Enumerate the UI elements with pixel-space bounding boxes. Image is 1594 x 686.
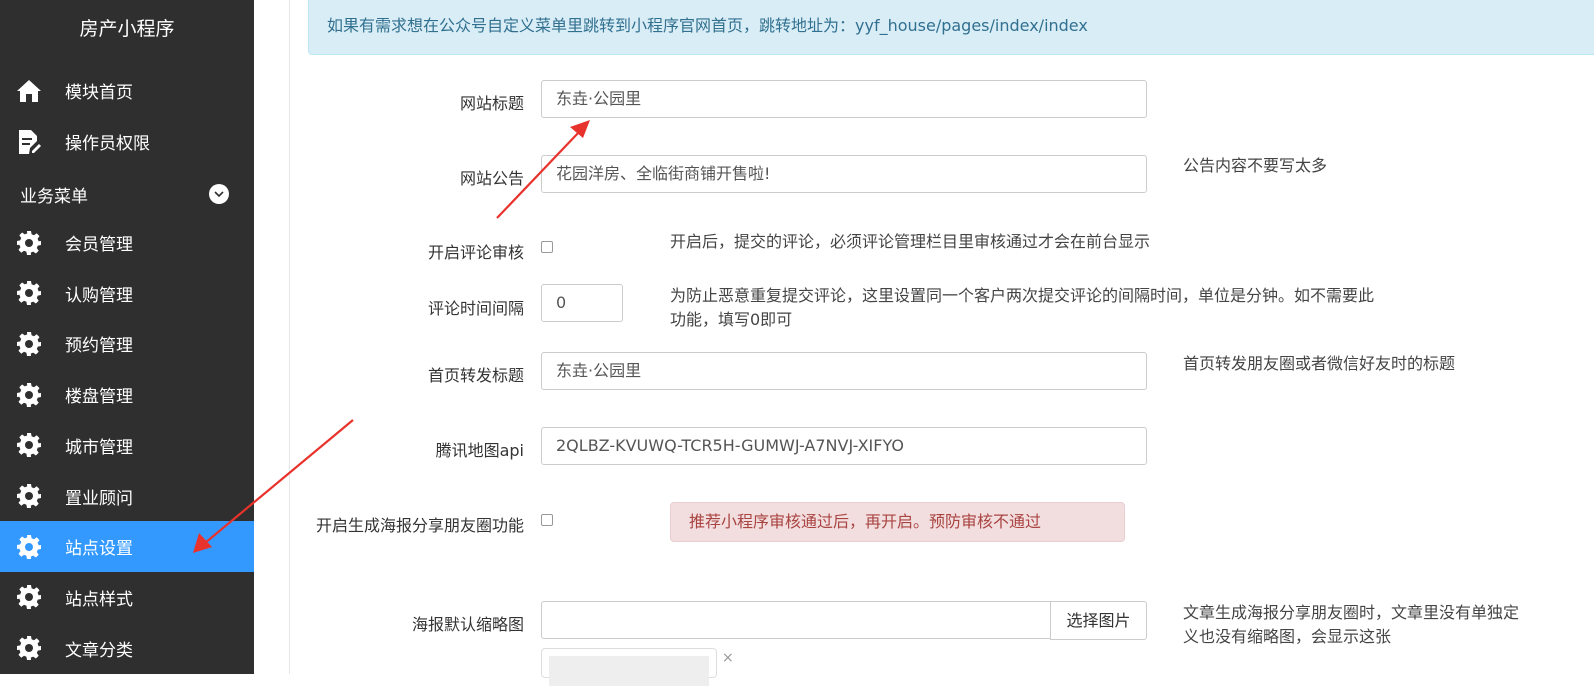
redirect-notice: 如果有需求想在公众号自定义菜单里跳转到小程序官网首页，跳转地址为：yyf_hou… <box>308 0 1594 55</box>
sidebar-item-label: 模块首页 <box>65 83 133 103</box>
select-image-button[interactable]: 选择图片 <box>1050 601 1147 640</box>
close-icon[interactable]: × <box>722 650 734 666</box>
sidebar-item-label: 楼盘管理 <box>65 387 133 408</box>
sidebar-item-label: 会员管理 <box>65 235 133 255</box>
sidebar-item-label: 文章分类 <box>65 640 133 661</box>
annotation-arrowhead <box>570 120 590 138</box>
comment-interval-help-line: 功能，填写0即可 <box>670 310 793 329</box>
sidebar-section-label: 业务菜单 <box>20 186 88 207</box>
sidebar-item-label: 站点设置 <box>65 539 133 560</box>
map-api-input[interactable]: 2QLBZ-KVUWQ-TCR5H-GUMWJ-A7NVJ-XIFYO <box>541 427 1147 465</box>
gear-icon <box>15 482 43 510</box>
home-icon <box>15 77 43 105</box>
share-title-help: 首页转发朋友圈或者微信好友时的标题 <box>1183 354 1456 373</box>
map-api-label: 腾讯地图api <box>435 441 524 460</box>
site-notice-input[interactable]: 花园洋房、全临街商铺开售啦! <box>541 155 1147 193</box>
gear-icon <box>15 431 43 459</box>
thumbnail-placeholder <box>549 656 709 686</box>
gear-icon <box>15 330 43 358</box>
poster-share-warning: 推荐小程序审核通过后，再开启。预防审核不通过 <box>670 502 1125 542</box>
app-brand: 房产小程序 <box>79 18 175 40</box>
sidebar-item-label: 城市管理 <box>65 437 133 458</box>
sidebar-item[interactable]: 站点样式 <box>0 572 254 623</box>
content-divider <box>289 0 290 674</box>
sidebar-item[interactable]: 城市管理 <box>0 420 254 471</box>
document-edit-icon <box>15 128 43 156</box>
sidebar-item-label: 站点样式 <box>65 589 133 610</box>
sidebar-item[interactable]: 认购管理 <box>0 268 254 319</box>
sidebar-item-label: 认购管理 <box>65 285 133 306</box>
sidebar-item-label: 操作员权限 <box>65 134 150 154</box>
sidebar-item-operator-permissions[interactable]: 操作员权限 <box>0 116 254 167</box>
share-title-input[interactable]: 东垚·公园里 <box>541 352 1147 390</box>
comment-interval-help: 为防止恶意重复提交评论，这里设置同一个客户两次提交评论的间隔时间，单位是分钟。如… <box>670 284 1374 332</box>
sidebar-item-module-home[interactable]: 模块首页 <box>0 65 254 116</box>
gear-icon <box>15 583 43 611</box>
comment-interval-label: 评论时间间隔 <box>427 299 524 318</box>
site-notice-label: 网站公告 <box>459 169 524 188</box>
gear-icon <box>15 533 43 561</box>
poster-thumb-label: 海报默认缩略图 <box>411 615 524 634</box>
sidebar-item[interactable]: 文章分类 <box>0 623 254 674</box>
poster-share-label: 开启生成海报分享朋友圈功能 <box>315 516 524 535</box>
sidebar-item-label: 预约管理 <box>65 336 133 357</box>
gear-icon <box>15 229 43 257</box>
poster-thumb-help: 文章生成海报分享朋友圈时，文章里没有单独定 义也没有缩略图，会显示这张 <box>1183 601 1519 649</box>
comment-interval-input[interactable]: 0 <box>541 284 623 322</box>
share-title-label: 首页转发标题 <box>427 366 524 385</box>
sidebar-item-label: 置业顾问 <box>65 488 133 509</box>
sidebar-item[interactable]: 站点设置 <box>0 521 254 573</box>
sidebar-item[interactable]: 会员管理 <box>0 217 254 268</box>
sidebar-item[interactable]: 预约管理 <box>0 318 254 369</box>
sidebar-section-business-menu[interactable]: 业务菜单 <box>0 168 254 220</box>
comment-review-help: 开启后，提交的评论，必须评论管理栏目里审核通过才会在前台显示 <box>670 232 1151 251</box>
gear-icon <box>15 279 43 307</box>
sidebar-item[interactable]: 置业顾问 <box>0 471 254 522</box>
gear-icon <box>15 634 43 662</box>
chevron-down-icon[interactable] <box>209 184 229 204</box>
gear-icon <box>15 381 43 409</box>
poster-thumb-input[interactable] <box>541 601 1051 639</box>
sidebar: 房产小程序 模块首页 操作员权限 业务菜单 会员管理认购管理预约管理楼盘管理城市… <box>0 0 254 674</box>
site-notice-help: 公告内容不要写太多 <box>1183 156 1328 175</box>
comment-review-label: 开启评论审核 <box>427 243 524 262</box>
site-title-label: 网站标题 <box>459 94 524 113</box>
site-title-input[interactable]: 东垚·公园里 <box>541 80 1147 118</box>
comment-interval-help-line: 为防止恶意重复提交评论，这里设置同一个客户两次提交评论的间隔时间，单位是分钟。如… <box>670 286 1375 305</box>
poster-thumb-help-line: 义也没有缩略图，会显示这张 <box>1183 627 1392 646</box>
comment-review-checkbox[interactable] <box>541 241 553 253</box>
poster-thumb-help-line: 文章生成海报分享朋友圈时，文章里没有单独定 <box>1183 603 1520 622</box>
sidebar-item[interactable]: 楼盘管理 <box>0 369 254 420</box>
poster-share-checkbox[interactable] <box>541 514 553 526</box>
